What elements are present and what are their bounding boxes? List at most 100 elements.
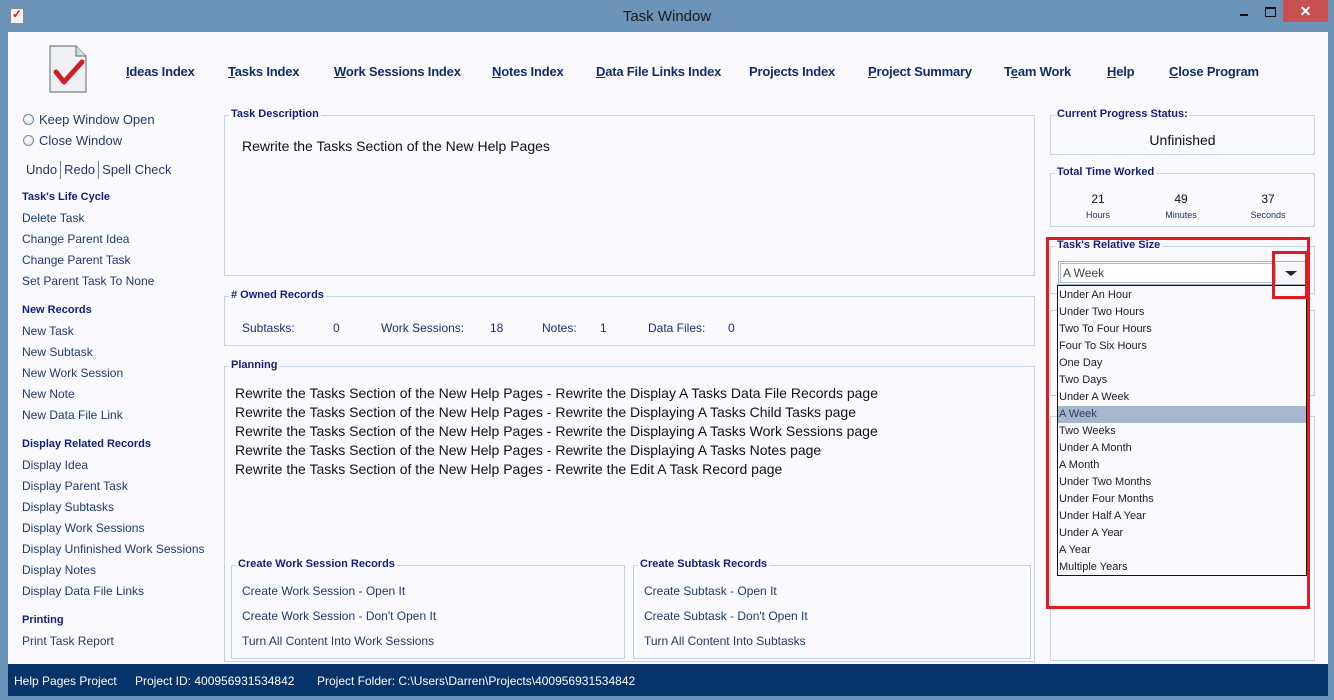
- title-bar[interactable]: Task Window ✕: [0, 0, 1334, 32]
- dropdown-option[interactable]: Under Two Months: [1058, 474, 1306, 491]
- sidebar-link-new-note[interactable]: New Note: [22, 387, 75, 401]
- dropdown-option[interactable]: Two Weeks: [1058, 423, 1306, 440]
- sidebar-link-display-notes[interactable]: Display Notes: [22, 563, 96, 577]
- create-work-session-open-link[interactable]: Create Work Session - Open It: [242, 584, 405, 598]
- sidebar-link-set-parent-task-to-none[interactable]: Set Parent Task To None: [22, 274, 154, 288]
- turn-content-into-subtasks-link[interactable]: Turn All Content Into Subtasks: [644, 634, 806, 648]
- sidebar-heading: Printing: [22, 614, 64, 626]
- dropdown-arrow-button[interactable]: [1275, 263, 1305, 283]
- sidebar-link-new-data-file-link[interactable]: New Data File Link: [22, 408, 123, 422]
- task-description-text[interactable]: Rewrite the Tasks Section of the New Hel…: [242, 138, 550, 154]
- planning-line: Rewrite the Tasks Section of the New Hel…: [235, 442, 822, 458]
- subtasks-label: Subtasks:: [242, 321, 295, 335]
- time-worked-title: Total Time Worked: [1055, 166, 1157, 178]
- nav-help[interactable]: Help: [1107, 64, 1135, 79]
- maximize-button[interactable]: [1258, 0, 1282, 22]
- status-project-name: Help Pages Project: [14, 674, 117, 688]
- dropdown-option[interactable]: Four To Six Hours: [1058, 338, 1306, 355]
- dropdown-option[interactable]: Two To Four Hours: [1058, 321, 1306, 338]
- sidebar-link-new-task[interactable]: New Task: [22, 324, 74, 338]
- owned-records-group: # Owned Records Subtasks: 0 Work Session…: [224, 289, 1035, 346]
- radio-button[interactable]: [23, 135, 34, 146]
- dropdown-option[interactable]: Under Four Months: [1058, 491, 1306, 508]
- turn-content-into-work-sessions-link[interactable]: Turn All Content Into Work Sessions: [242, 634, 434, 648]
- sidebar-link-display-data-file-links[interactable]: Display Data File Links: [22, 584, 144, 598]
- dropdown-option[interactable]: Under An Hour: [1058, 287, 1306, 304]
- radio-label: Keep Window Open: [39, 112, 155, 127]
- dropdown-option[interactable]: Under A Week: [1058, 389, 1306, 406]
- dropdown-option[interactable]: Under Half A Year: [1058, 508, 1306, 525]
- create-work-session-title: Create Work Session Records: [236, 558, 397, 570]
- close-button[interactable]: ✕: [1283, 0, 1328, 22]
- client-area: Ideas Index Tasks Index Work Sessions In…: [8, 32, 1328, 664]
- nav-data-file-links-index[interactable]: Data File Links Index: [596, 64, 721, 79]
- minimize-button[interactable]: [1232, 0, 1256, 22]
- sidebar-link-display-parent-task[interactable]: Display Parent Task: [22, 479, 128, 493]
- dropdown-option[interactable]: Two Days: [1058, 372, 1306, 389]
- planning-line: Rewrite the Tasks Section of the New Hel…: [235, 423, 878, 439]
- sidebar-link-display-work-sessions[interactable]: Display Work Sessions: [22, 521, 144, 535]
- dropdown-option[interactable]: A Week: [1058, 406, 1306, 423]
- task-description-title: Task Description: [229, 108, 321, 120]
- sidebar-link-new-subtask[interactable]: New Subtask: [22, 345, 93, 359]
- create-subtask-dont-open-link[interactable]: Create Subtask - Don't Open It: [644, 609, 808, 623]
- relative-size-dropdown-list[interactable]: Under An Hour Under Two Hours Two To Four …: [1057, 285, 1307, 576]
- radio-button[interactable]: [23, 114, 34, 125]
- owned-records-title: # Owned Records: [229, 289, 326, 301]
- redo-button[interactable]: Redo: [61, 162, 98, 179]
- sidebar-link-change-parent-idea[interactable]: Change Parent Idea: [22, 232, 129, 246]
- nav-close-program[interactable]: Close Program: [1169, 64, 1259, 79]
- status-project-folder: Project Folder: C:\Users\Darren\Projects…: [317, 674, 636, 688]
- minutes-label: Minutes: [1165, 210, 1197, 220]
- nav-ideas-index[interactable]: Ideas Index: [126, 64, 195, 79]
- sidebar-heading: Display Related Records: [22, 438, 151, 450]
- dropdown-option[interactable]: Under A Year: [1058, 525, 1306, 542]
- task-description-group: Task Description Rewrite the Tasks Secti…: [224, 108, 1035, 276]
- create-work-session-dont-open-link[interactable]: Create Work Session - Don't Open It: [242, 609, 436, 623]
- dropdown-option[interactable]: Under Two Hours: [1058, 304, 1306, 321]
- nav-notes-index[interactable]: Notes Index: [492, 64, 564, 79]
- keep-window-open-radio[interactable]: Keep Window Open: [23, 112, 155, 127]
- progress-status-title: Current Progress Status:: [1055, 108, 1190, 120]
- status-project-id: Project ID: 400956931534842: [135, 674, 295, 688]
- sidebar-link-new-work-session[interactable]: New Work Session: [22, 366, 123, 380]
- nav-team-work[interactable]: Team Work: [1004, 64, 1071, 79]
- relative-size-input[interactable]: [1060, 263, 1274, 283]
- work-sessions-label: Work Sessions:: [381, 321, 465, 335]
- progress-status-value: Unfinished: [1149, 132, 1216, 148]
- dropdown-option[interactable]: A Year: [1058, 542, 1306, 559]
- undo-button[interactable]: Undo: [23, 162, 60, 179]
- notes-label: Notes:: [542, 321, 577, 335]
- sidebar-heading: Task's Life Cycle: [22, 191, 111, 203]
- status-bar: Help Pages Project Project ID: 400956931…: [8, 664, 1328, 696]
- task-window: Task Window ✕ Ideas Index Tasks Index Wo…: [0, 0, 1334, 700]
- progress-status-group: Current Progress Status: Unfinished: [1050, 108, 1315, 155]
- seconds-value: 37: [1261, 192, 1275, 206]
- dropdown-option[interactable]: Multiple Years: [1058, 559, 1306, 576]
- nav-projects-index[interactable]: Projects Index: [749, 64, 835, 79]
- dropdown-option[interactable]: One Day: [1058, 355, 1306, 372]
- sidebar-link-display-subtasks[interactable]: Display Subtasks: [22, 500, 114, 514]
- sidebar-link-change-parent-task[interactable]: Change Parent Task: [22, 253, 131, 267]
- sidebar-link-display-unfinished-work-sessions[interactable]: Display Unfinished Work Sessions: [22, 542, 205, 556]
- dropdown-option[interactable]: A Month: [1058, 457, 1306, 474]
- nav-work-sessions-index[interactable]: Work Sessions Index: [334, 64, 461, 79]
- nav-project-summary[interactable]: Project Summary: [868, 64, 972, 79]
- close-window-radio[interactable]: Close Window: [23, 133, 122, 148]
- sidebar-link-delete-task[interactable]: Delete Task: [22, 211, 84, 225]
- work-sessions-count: 18: [490, 321, 504, 335]
- planning-group: Planning Rewrite the Tasks Section of th…: [224, 359, 1035, 662]
- spell-check-button[interactable]: Spell Check: [99, 162, 174, 179]
- sidebar-link-print-task-report[interactable]: Print Task Report: [22, 634, 114, 648]
- dropdown-option[interactable]: Under A Month: [1058, 440, 1306, 457]
- minutes-value: 49: [1174, 192, 1188, 206]
- task-document-check-icon: [49, 45, 87, 93]
- window-title: Task Window: [622, 8, 712, 25]
- data-files-count: 0: [728, 321, 735, 335]
- sidebar-link-display-idea[interactable]: Display Idea: [22, 458, 88, 472]
- create-subtask-open-link[interactable]: Create Subtask - Open It: [644, 584, 777, 598]
- relative-size-combobox[interactable]: [1058, 261, 1307, 285]
- nav-tasks-index[interactable]: Tasks Index: [228, 64, 299, 79]
- data-files-label: Data Files:: [648, 321, 706, 335]
- planning-line: Rewrite the Tasks Section of the New Hel…: [235, 404, 856, 420]
